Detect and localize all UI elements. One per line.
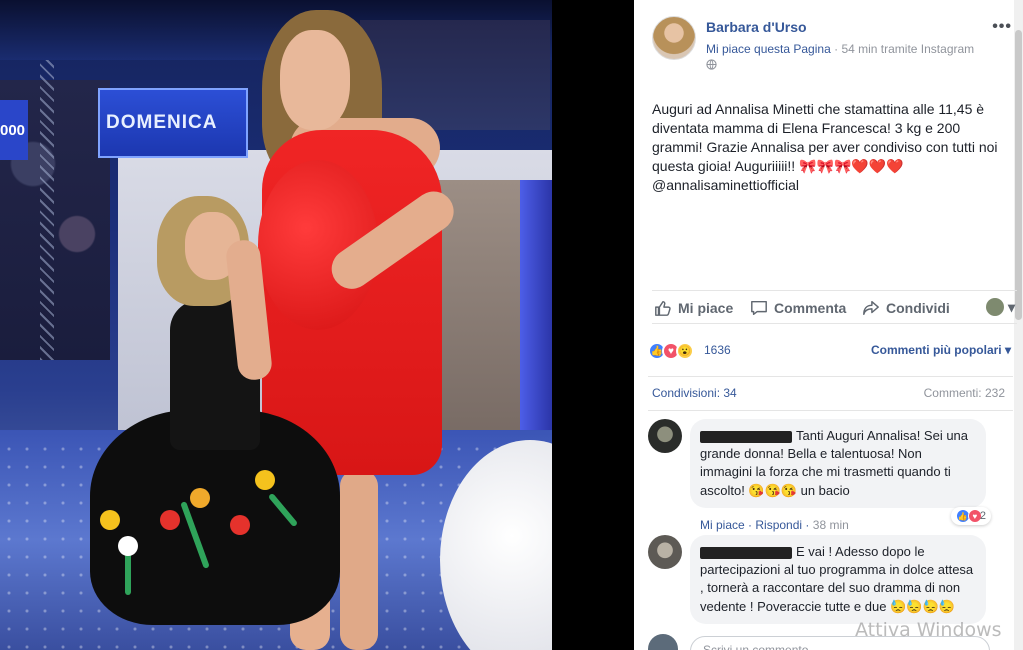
commenter-avatar[interactable] [648,535,682,569]
yellow-flower [255,470,275,490]
red-flower [230,515,250,535]
comment-reaction-count: 2 [979,510,986,522]
share-button[interactable]: Condividi [862,299,950,317]
reaction-count[interactable]: 1636 [704,343,731,357]
comment-reactions[interactable]: 👍 ♥ 2 [950,507,991,525]
screen-text-000: 000 [0,122,26,139]
more-options-button[interactable]: ••• [992,18,1012,36]
post-photo[interactable]: 000 DOMENICA [0,0,552,650]
post-panel: Barbara d'Urso Mi piace questa Pagina · … [634,0,1023,650]
comment-sort-dropdown[interactable]: Commenti più popolari ▾ [871,343,1011,357]
stage-truss [40,60,54,360]
comment-reply-link[interactable]: Rispondi [755,518,802,532]
post-as-selector[interactable]: ▾ [985,298,1015,316]
comment-actions: Mi piace · Rispondi · 38 min [700,518,849,532]
screen-text-domenica: DOMENICA [106,112,218,133]
white-flower [118,536,138,556]
post-text: Auguri ad Annalisa Minetti che stamattin… [652,101,998,194]
lightbox-gap [552,0,634,650]
like-page-link[interactable]: Mi piace questa Pagina [706,42,831,56]
redacted-author [700,430,792,443]
scrollbar-thumb[interactable] [1015,30,1022,320]
yellow-flower [100,510,120,530]
scrollbar[interactable] [1014,0,1023,650]
comment-bubble: E vai ! Adesso dopo le partecipazioni al… [690,535,986,624]
post-counts: Condivisioni: 34 Commenti: 232 [648,376,1013,406]
like-label: Mi piace [678,300,734,316]
orange-flower [190,488,210,508]
post-actions-bar: Mi piace Commenta Condividi ▾ [652,290,1017,324]
chevron-down-icon: ▾ [1007,298,1015,315]
audience-background [360,20,550,130]
like-button[interactable]: Mi piace [654,299,733,317]
share-icon [863,300,879,316]
commenter-avatar[interactable] [648,419,682,453]
viewer-avatar [648,634,678,650]
comment-label: Commenta [774,300,847,316]
globe-icon [706,59,717,73]
comment-time[interactable]: 38 min [813,518,849,532]
page-avatar[interactable] [652,16,696,60]
studio-screen-domenica: DOMENICA [98,88,248,158]
shares-count[interactable]: Condivisioni: 34 [652,386,737,400]
share-label: Condividi [886,300,950,316]
page-name-link[interactable]: Barbara d'Urso [706,19,807,35]
comment-like-link[interactable]: Mi piace [700,518,745,532]
standing-woman-face [280,30,350,130]
windows-activation-watermark: Attiva Windows [855,619,1002,641]
redacted-author [700,546,792,559]
studio-screen-left: 000 [0,100,28,160]
post-meta: Mi piace questa Pagina · 54 min tramite … [706,42,974,56]
viewer-avatar [985,298,1004,316]
comments-count[interactable]: Commenti: 232 [924,386,1005,400]
wow-reaction-icon: 😮 [676,342,694,360]
reactions-summary: 👍 ♥ 😮 1636 Commenti più popolari ▾ [648,340,1013,362]
comments-list: Tanti Auguri Annalisa! Sei una grande do… [648,410,1013,650]
comment-bubble: Tanti Auguri Annalisa! Sei una grande do… [690,419,986,508]
comment-separator: · [805,518,813,532]
red-flower [160,510,180,530]
reaction-icons[interactable]: 👍 ♥ 😮 [648,342,694,360]
post-time[interactable]: 54 min tramite Instagram [841,42,974,56]
standing-woman-leg [340,470,378,650]
comment-button[interactable]: Commenta [750,299,846,317]
thumbs-up-icon [655,300,671,316]
post-header: Barbara d'Urso Mi piace questa Pagina · … [652,16,1012,76]
comment-icon [751,300,767,316]
